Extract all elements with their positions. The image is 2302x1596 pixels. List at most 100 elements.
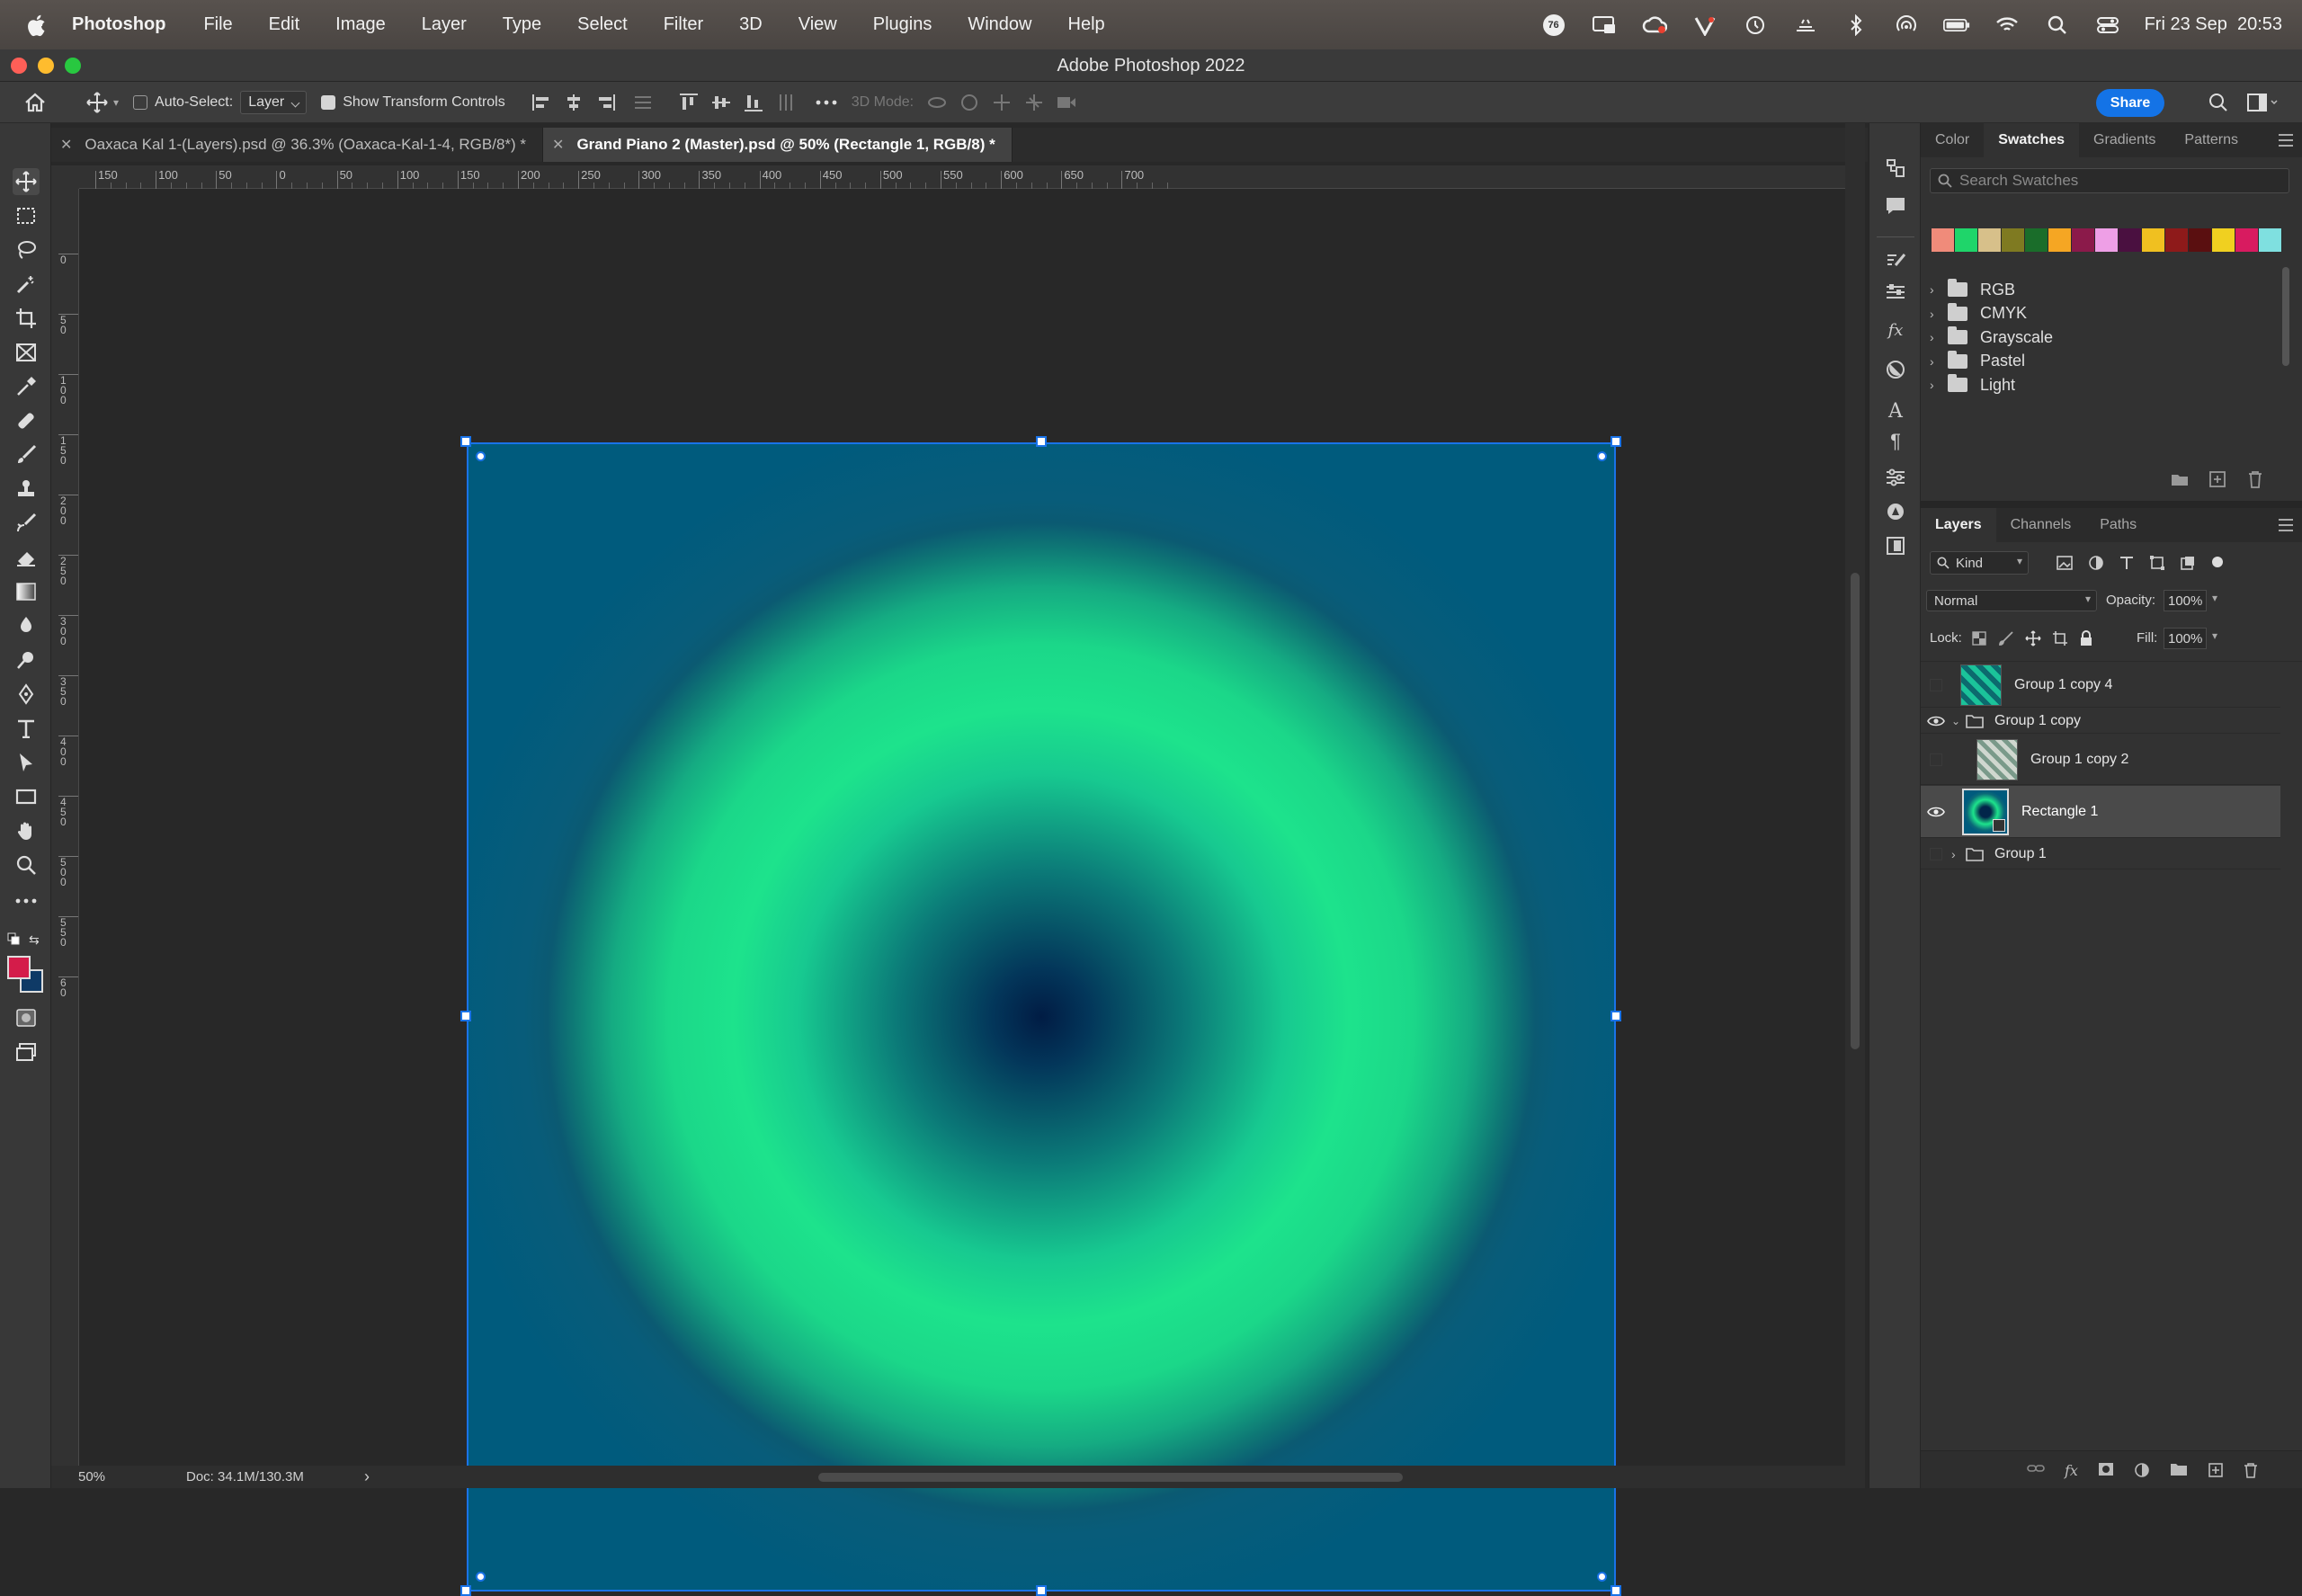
tab-channels[interactable]: Channels xyxy=(1996,508,2086,542)
creative-cloud-icon[interactable] xyxy=(1641,12,1668,39)
visibility-toggle-empty[interactable] xyxy=(1921,839,1951,869)
chevron-down-icon[interactable]: ▾ xyxy=(113,96,119,109)
corner-radius-widget[interactable] xyxy=(1597,451,1607,461)
color-swatch[interactable] xyxy=(2002,228,2025,252)
lock-position-icon[interactable] xyxy=(2025,630,2041,646)
auto-select-dropdown[interactable]: Layer xyxy=(240,90,308,114)
add-mask-icon[interactable] xyxy=(2098,1462,2114,1479)
menubar-clock[interactable]: Fri 23 Sep 20:53 xyxy=(2145,14,2282,35)
color-swatch[interactable] xyxy=(2165,228,2189,252)
comments-icon[interactable] xyxy=(1883,193,1908,218)
menu-3d[interactable]: 3D xyxy=(739,14,763,35)
delete-swatch-icon[interactable] xyxy=(2247,470,2263,488)
eye-icon[interactable] xyxy=(1921,786,1951,837)
eyedropper-tool-icon[interactable] xyxy=(13,373,40,400)
color-swatch[interactable] xyxy=(2189,228,2212,252)
color-swatch[interactable] xyxy=(2259,228,2282,252)
home-icon[interactable] xyxy=(23,91,47,114)
layer-name[interactable]: Group 1 copy 4 xyxy=(2014,677,2112,693)
vertical-scroll-thumb[interactable] xyxy=(1851,573,1860,1049)
history-icon[interactable] xyxy=(1883,156,1908,181)
fill-slider-chevron[interactable]: ▾ xyxy=(2212,629,2217,642)
color-swatch[interactable] xyxy=(1932,228,1955,252)
color-swatch[interactable] xyxy=(2235,228,2259,252)
transform-handle-bottom-left[interactable] xyxy=(460,1585,471,1596)
vpn-icon[interactable] xyxy=(1691,12,1718,39)
rectangle-tool-icon[interactable] xyxy=(13,783,40,810)
tab-paths[interactable]: Paths xyxy=(2085,508,2151,542)
quick-mask-icon[interactable] xyxy=(13,1004,40,1031)
adjustments-icon[interactable] xyxy=(1883,357,1908,382)
brushes-icon[interactable] xyxy=(1883,280,1908,305)
tab-swatches[interactable]: Swatches xyxy=(1984,123,2080,157)
blend-mode-dropdown[interactable]: Normal ▾ xyxy=(1926,590,2097,611)
link-layers-icon[interactable] xyxy=(2027,1462,2045,1479)
new-layer-icon[interactable] xyxy=(2208,1462,2224,1479)
lock-transparent-icon[interactable] xyxy=(1971,630,1987,646)
layer-name[interactable]: Group 1 copy 2 xyxy=(2030,752,2128,768)
transform-handle-top-right[interactable] xyxy=(1611,436,1621,447)
corner-radius-widget[interactable] xyxy=(476,451,486,461)
close-window-button[interactable] xyxy=(11,58,27,74)
align-right-icon[interactable] xyxy=(594,91,618,114)
healing-brush-tool-icon[interactable] xyxy=(13,407,40,434)
workspace-icon[interactable] xyxy=(2246,93,2279,112)
chevron-down-icon[interactable]: ⌄ xyxy=(1951,715,1966,727)
3d-orbit-icon[interactable] xyxy=(925,91,949,114)
screen-mode-icon[interactable] xyxy=(13,1039,40,1065)
3d-scale-icon[interactable] xyxy=(1055,91,1078,114)
weather-icon[interactable] xyxy=(1792,12,1819,39)
color-swatch[interactable] xyxy=(2095,228,2119,252)
new-swatch-group-icon[interactable] xyxy=(2171,472,2189,486)
zoom-window-button[interactable] xyxy=(65,58,81,74)
character-icon[interactable]: A xyxy=(1883,398,1908,424)
hand-tool-icon[interactable] xyxy=(13,817,40,844)
new-group-icon[interactable] xyxy=(2170,1462,2188,1479)
apple-icon[interactable] xyxy=(0,13,72,37)
screen-share-icon[interactable] xyxy=(1591,12,1618,39)
libraries-icon[interactable] xyxy=(1883,533,1908,558)
align-center-icon[interactable] xyxy=(562,91,585,114)
delete-layer-icon[interactable] xyxy=(2244,1462,2258,1479)
more-options-icon[interactable] xyxy=(815,91,838,114)
corner-radius-widget[interactable] xyxy=(1597,1572,1607,1582)
horizontal-ruler[interactable]: 150 100 50 0 50 100 150 200 250 300 350 400 450 500 55… xyxy=(79,165,1845,189)
opacity-input[interactable]: 100% xyxy=(2164,590,2207,611)
menu-plugins[interactable]: Plugins xyxy=(873,14,932,35)
3d-pan-icon[interactable] xyxy=(990,91,1013,114)
path-selection-tool-icon[interactable] xyxy=(13,749,40,776)
3d-roll-icon[interactable] xyxy=(958,91,981,114)
frame-tool-icon[interactable] xyxy=(13,339,40,366)
properties-icon[interactable] xyxy=(1883,465,1908,490)
filter-type-icon[interactable] xyxy=(2119,555,2135,571)
layer-style-fx-icon[interactable]: fx xyxy=(2065,1462,2078,1479)
menu-help[interactable]: Help xyxy=(1068,14,1105,35)
chevron-right-icon[interactable]: › xyxy=(1951,847,1966,861)
layer-row[interactable]: Group 1 copy 4 xyxy=(1921,663,2280,708)
align-top-icon[interactable] xyxy=(677,91,700,114)
transform-handle-bottom-right[interactable] xyxy=(1611,1585,1621,1596)
show-transform-checkbox[interactable] xyxy=(321,94,336,110)
chevron-right-icon[interactable]: › xyxy=(1930,378,1939,392)
eraser-tool-icon[interactable] xyxy=(13,544,40,571)
control-center-icon[interactable] xyxy=(2094,12,2121,39)
tab-color[interactable]: Color xyxy=(1921,123,1984,157)
bluetooth-icon[interactable] xyxy=(1842,12,1869,39)
clone-stamp-tool-icon[interactable] xyxy=(13,476,40,503)
color-swatch[interactable] xyxy=(2048,228,2072,252)
navigator-icon[interactable] xyxy=(1883,499,1908,524)
menu-filter[interactable]: Filter xyxy=(664,14,703,35)
vertical-ruler[interactable]: 0 5 0 1 0 0 1 5 0 2 0 0 2 5 0 3 0 0 3 5 0 4 0 0 4… xyxy=(51,189,79,1466)
paragraph-icon[interactable]: ¶ xyxy=(1883,429,1908,454)
blur-tool-icon[interactable] xyxy=(13,612,40,639)
panel-menu-icon[interactable] xyxy=(2279,134,2293,147)
layer-filter-kind-dropdown[interactable]: Kind ▾ xyxy=(1930,551,2029,575)
transform-handle-top[interactable] xyxy=(1036,436,1047,447)
new-adjustment-layer-icon[interactable] xyxy=(2134,1462,2150,1479)
visibility-toggle-empty[interactable] xyxy=(1921,735,1951,784)
fill-input[interactable]: 100% xyxy=(2164,628,2207,649)
doc-tab-grand-piano[interactable]: ✕ Grand Piano 2 (Master).psd @ 50% (Rect… xyxy=(543,128,1013,162)
color-swatch[interactable] xyxy=(2025,228,2048,252)
transform-handle-bottom[interactable] xyxy=(1036,1585,1047,1596)
tab-gradients[interactable]: Gradients xyxy=(2079,123,2170,157)
